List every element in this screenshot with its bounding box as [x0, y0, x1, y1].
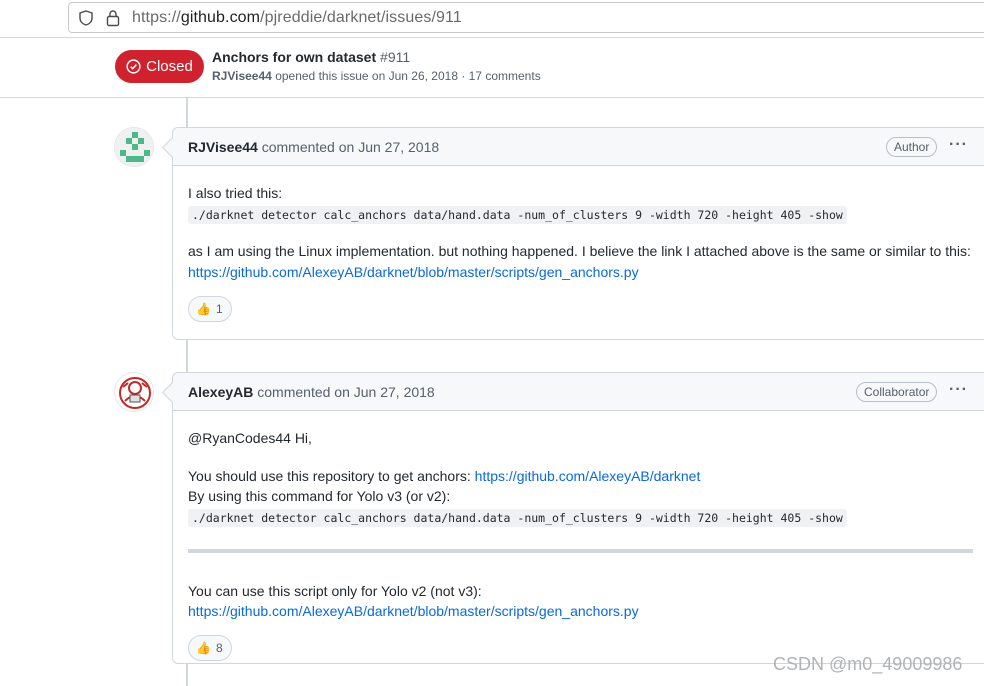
- issue-title: Anchors for own dataset #911: [212, 49, 410, 65]
- comment-more-menu[interactable]: ···: [949, 381, 968, 399]
- closed-check-icon: [126, 59, 141, 74]
- horizontal-rule: [188, 549, 973, 553]
- collaborator-role-badge: Collaborator: [856, 382, 938, 402]
- address-bar[interactable]: https://github.com/pjreddie/darknet/issu…: [68, 2, 984, 33]
- comment-timestamp-link[interactable]: commented on Jun 27, 2018: [257, 384, 434, 400]
- thumbs-up-icon: 👍: [196, 302, 211, 316]
- avatar-rjvisee44[interactable]: [114, 127, 154, 167]
- comment-text-prefix: You should use this repository to get an…: [188, 468, 475, 484]
- comment-header: AlexeyAB commented on Jun 27, 2018 Colla…: [173, 373, 984, 411]
- issue-number: #911: [380, 49, 411, 65]
- comment-more-menu[interactable]: ···: [949, 136, 968, 154]
- lock-icon[interactable]: [106, 9, 120, 27]
- comment-header: RJVisee44 commented on Jun 27, 2018 Auth…: [173, 128, 984, 166]
- comment-rjvisee44: RJVisee44 commented on Jun 27, 2018 Auth…: [172, 127, 984, 340]
- comment-timestamp-link[interactable]: commented on Jun 27, 2018: [262, 139, 439, 155]
- comment-code-snippet: ./darknet detector calc_anchors data/han…: [188, 509, 847, 527]
- avatar-alexeyab[interactable]: [114, 372, 154, 412]
- issue-header: Closed Anchors for own dataset #911 RJVi…: [0, 38, 984, 98]
- issue-title-text: Anchors for own dataset: [212, 49, 377, 65]
- comment-text: By using this command for Yolo v3 (or v2…: [188, 488, 451, 504]
- comment-text: @RyanCodes44 Hi,: [188, 430, 312, 446]
- gen-anchors-link[interactable]: https://github.com/AlexeyAB/darknet/blob…: [188, 603, 639, 619]
- reaction-count: 8: [215, 641, 223, 655]
- gen-anchors-link[interactable]: https://github.com/AlexeyAB/darknet/blob…: [188, 264, 639, 280]
- browser-toolbar: https://github.com/pjreddie/darknet/issu…: [0, 0, 984, 38]
- shield-icon[interactable]: [78, 10, 94, 26]
- thumbs-up-icon: 👍: [196, 641, 211, 655]
- avatar-image-icon: [115, 373, 153, 411]
- comment-text: You can use this script only for Yolo v2…: [188, 583, 482, 599]
- comment-text: as I am using the Linux implementation. …: [188, 243, 971, 259]
- issue-meta: RJVisee44 opened this issue on Jun 26, 2…: [212, 69, 541, 83]
- timeline-line: [186, 98, 188, 128]
- issue-state-label: Closed: [146, 58, 193, 75]
- timeline-line: [186, 664, 188, 686]
- issue-author-link[interactable]: RJVisee44: [212, 69, 272, 83]
- author-role-badge: Author: [886, 137, 938, 157]
- timeline-line: [186, 340, 188, 373]
- comment-text: You should use this repository to get an…: [188, 468, 700, 484]
- comment-alexeyab: AlexeyAB commented on Jun 27, 2018 Colla…: [172, 372, 984, 664]
- thumbs-up-reaction[interactable]: 👍 1: [188, 296, 232, 322]
- comment-author-link[interactable]: RJVisee44: [188, 139, 258, 155]
- issue-state-badge: Closed: [115, 50, 204, 83]
- watermark: CSDN @m0_49009986: [773, 654, 963, 674]
- comment-author-line: AlexeyAB commented on Jun 27, 2018: [188, 384, 435, 400]
- issue-meta-text: opened this issue on Jun 26, 2018 · 17 c…: [275, 69, 541, 83]
- comment-text: I also tried this:: [188, 185, 283, 201]
- url-text[interactable]: https://github.com/pjreddie/darknet/issu…: [132, 9, 462, 27]
- darknet-repo-link[interactable]: https://github.com/AlexeyAB/darknet: [475, 468, 701, 484]
- comment-code-snippet: ./darknet detector calc_anchors data/han…: [188, 206, 847, 224]
- thumbs-up-reaction[interactable]: 👍 8: [188, 635, 232, 661]
- comment-author-line: RJVisee44 commented on Jun 27, 2018: [188, 139, 439, 155]
- comment-author-link[interactable]: AlexeyAB: [188, 384, 253, 400]
- reaction-count: 1: [215, 302, 223, 316]
- identicon-avatar-icon: [115, 128, 153, 166]
